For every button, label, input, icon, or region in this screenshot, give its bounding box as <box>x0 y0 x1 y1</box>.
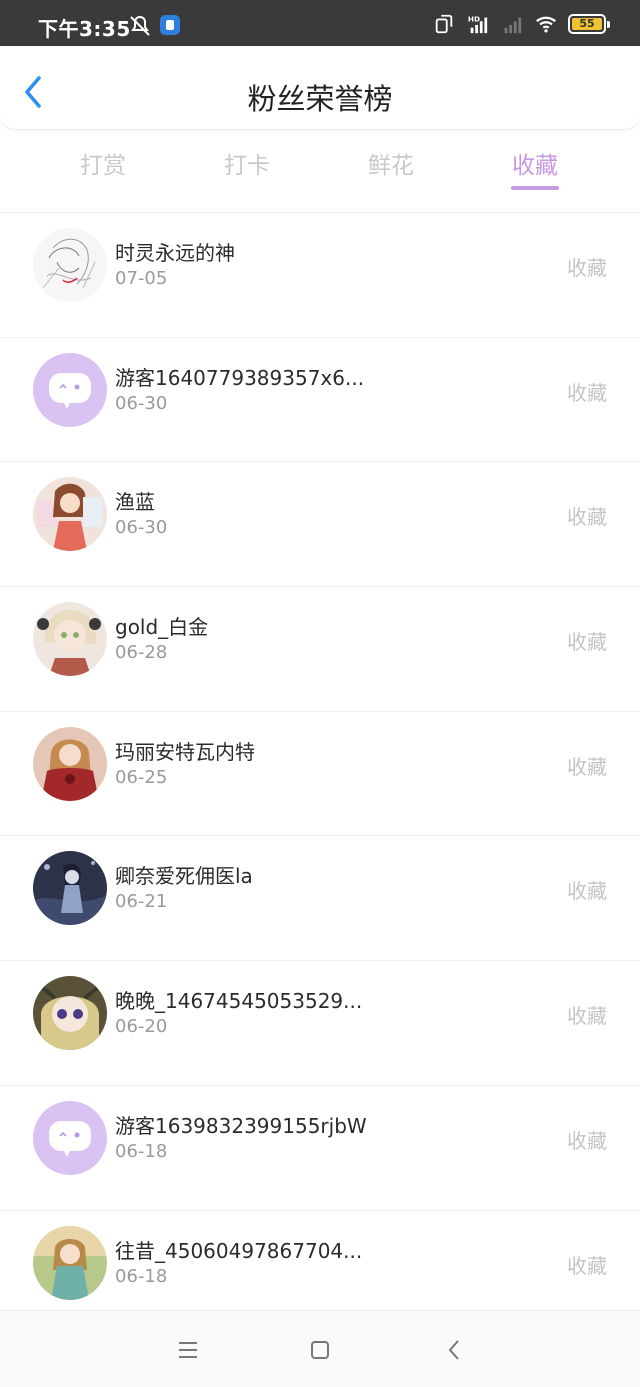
status-icons: HD 55 <box>432 12 610 36</box>
hd-signal-icon: HD <box>468 14 488 34</box>
list-item[interactable]: 游客1640779389357x6... 06-30 收藏 <box>0 336 640 462</box>
battery-tip <box>607 21 610 28</box>
fan-list: 时灵永远的神 07-05 收藏 游客1640779389357x6... 06-… <box>0 212 640 1334</box>
action-label: 收藏 <box>567 256 607 280</box>
tab-bar: 打赏 打卡 鲜花 收藏 <box>0 140 640 196</box>
avatar <box>33 976 107 1051</box>
battery-icon: 55 <box>568 14 610 34</box>
signal-icon <box>504 17 522 34</box>
dual-sim-icon <box>435 14 453 34</box>
avatar <box>33 228 107 302</box>
fan-date: 06-18 <box>115 1140 168 1162</box>
guest-avatar-icon <box>33 352 107 427</box>
list-item[interactable]: 玛丽安特瓦内特 06-25 收藏 <box>0 710 640 836</box>
avatar <box>33 851 107 926</box>
fan-name: 渔蓝 <box>115 490 155 515</box>
action-label: 收藏 <box>567 380 607 405</box>
back-triangle-icon[interactable] <box>440 1335 470 1365</box>
guest-avatar-icon <box>33 1100 107 1175</box>
battery-level: 55 <box>579 17 595 30</box>
active-tab-indicator <box>511 186 559 190</box>
list-item[interactable]: 卿奈爱死佣医la 06-21 收藏 <box>0 835 640 960</box>
fan-name: 时灵永远的神 <box>115 241 235 265</box>
fan-name: 游客1639832399155rjbW <box>115 1113 367 1138</box>
header: 粉丝荣誉榜 <box>0 46 640 130</box>
action-label: 收藏 <box>567 630 607 655</box>
system-nav-bar <box>0 1310 640 1387</box>
fan-name: 游客1640779389357x6... <box>115 365 365 390</box>
fan-name: 往昔_45060497867704... <box>115 1238 363 1263</box>
mute-icon <box>130 15 150 36</box>
menu-icon[interactable] <box>173 1335 203 1365</box>
fan-name: gold_白金 <box>115 615 209 640</box>
fan-date: 06-30 <box>115 517 168 539</box>
list-item[interactable]: 渔蓝 06-30 收藏 <box>0 461 640 586</box>
fan-date: 06-21 <box>115 891 168 913</box>
list-item[interactable]: 时灵永远的神 07-05 收藏 <box>0 212 640 337</box>
list-item[interactable]: gold_白金 06-28 收藏 <box>0 586 640 711</box>
status-time: 下午3:35 <box>38 17 131 41</box>
action-label: 收藏 <box>567 754 607 779</box>
list-item[interactable]: 晚晚_14674545053529... 06-20 收藏 <box>0 960 640 1085</box>
fan-name: 卿奈爱死佣医la <box>115 864 253 889</box>
svg-text:HD: HD <box>468 14 480 23</box>
tab-flowers[interactable]: 鲜花 <box>368 146 414 180</box>
status-bar: 下午3:35 HD 55 <box>0 0 640 46</box>
action-label: 收藏 <box>567 505 607 530</box>
fan-date: 06-20 <box>115 1016 168 1038</box>
avatar <box>33 477 107 552</box>
fan-date: 06-28 <box>115 642 168 664</box>
action-label: 收藏 <box>567 1128 607 1153</box>
action-label: 收藏 <box>567 879 607 904</box>
page-title: 粉丝荣誉榜 <box>247 82 393 116</box>
fan-date: 06-18 <box>115 1265 168 1287</box>
wifi-icon <box>536 16 556 33</box>
fan-date: 06-25 <box>115 766 168 788</box>
tab-reward[interactable]: 打赏 <box>80 146 126 180</box>
fan-name: 玛丽安特瓦内特 <box>115 739 255 764</box>
app-notification-icon <box>160 15 180 35</box>
avatar <box>33 602 107 677</box>
home-square-icon[interactable] <box>305 1335 335 1365</box>
avatar <box>33 726 107 801</box>
tab-checkin[interactable]: 打卡 <box>224 146 270 180</box>
avatar <box>33 1225 107 1300</box>
fan-name: 晚晚_14674545053529... <box>115 989 363 1014</box>
tab-favorites[interactable]: 收藏 <box>512 146 558 180</box>
action-label: 收藏 <box>567 1004 607 1029</box>
fan-date: 07-05 <box>115 268 168 289</box>
list-item[interactable]: 游客1639832399155rjbW 06-18 收藏 <box>0 1084 640 1210</box>
fan-date: 06-30 <box>115 392 168 414</box>
action-label: 收藏 <box>567 1253 607 1278</box>
